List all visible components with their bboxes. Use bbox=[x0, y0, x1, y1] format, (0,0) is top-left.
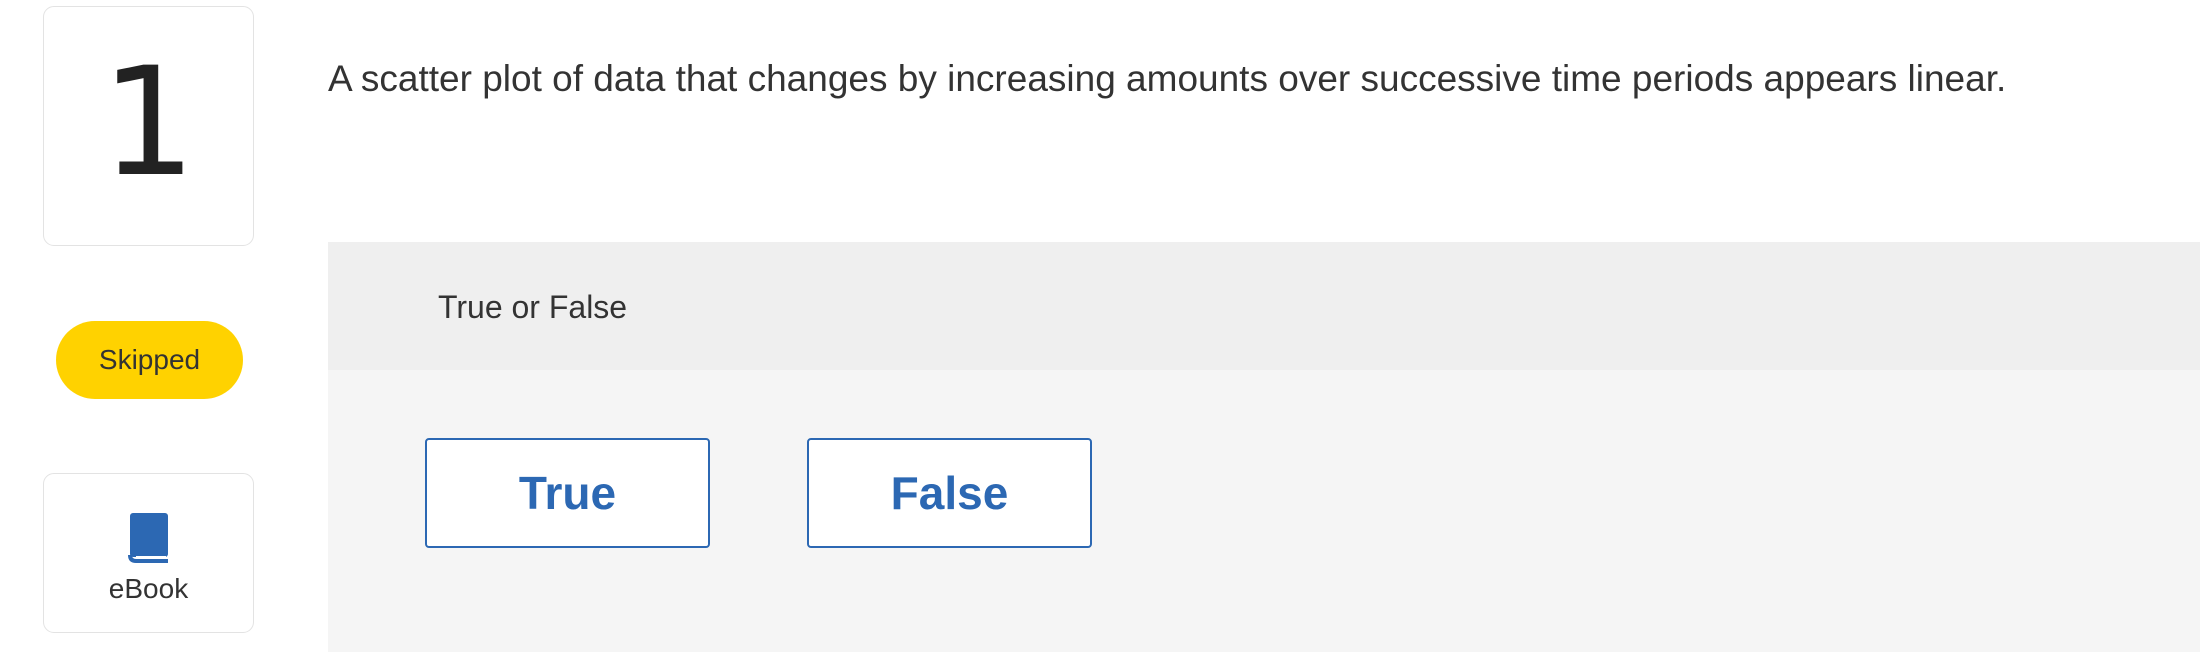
question-text: A scatter plot of data that changes by i… bbox=[328, 58, 2007, 99]
question-type-label: True or False bbox=[438, 289, 628, 325]
answer-panel-header: True or False bbox=[328, 242, 2200, 370]
true-button[interactable]: True bbox=[425, 438, 710, 548]
question-number: 1 bbox=[100, 36, 197, 210]
book-icon bbox=[127, 513, 168, 563]
answer-panel: True or False True False bbox=[328, 242, 2200, 652]
question-page: 1 Skipped eBook A scatter plot of data t… bbox=[0, 0, 2200, 652]
false-button[interactable]: False bbox=[807, 438, 1092, 548]
ebook-button[interactable]: eBook bbox=[43, 473, 254, 633]
status-badge: Skipped bbox=[56, 321, 243, 399]
question-number-card: 1 bbox=[43, 6, 254, 246]
ebook-label: eBook bbox=[108, 573, 189, 604]
